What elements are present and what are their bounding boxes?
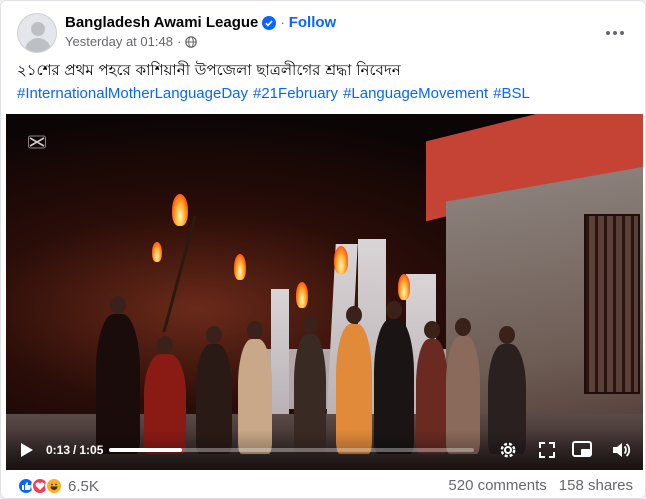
post-header: Bangladesh Awami League · Follow Yesterd… — [17, 13, 629, 53]
time-display: 0:13 / 1:05 — [46, 443, 103, 457]
torch-stick — [162, 215, 197, 333]
comments-count[interactable]: 520 comments — [448, 477, 546, 494]
hashtag-link[interactable]: #LanguageMovement — [343, 85, 488, 102]
progress-bar[interactable] — [109, 448, 474, 452]
avatar-body — [25, 38, 51, 52]
torch-flame — [334, 246, 348, 274]
capcut-watermark-icon — [28, 134, 46, 150]
avatar-head — [31, 22, 45, 36]
page-avatar[interactable] — [17, 13, 57, 53]
gear-icon[interactable] — [497, 440, 519, 460]
post-timestamp[interactable]: Yesterday at 01:48 — [65, 34, 173, 49]
separator-dot: · — [176, 34, 182, 49]
gate-pillar — [271, 289, 289, 419]
globe-icon — [185, 35, 198, 48]
torch-flame — [152, 242, 162, 262]
progress-fill — [109, 448, 182, 452]
hashtag-link[interactable]: #BSL — [493, 85, 530, 102]
reactions-summary[interactable]: 6.5K — [17, 477, 99, 495]
separator-dot: · — [280, 15, 285, 30]
haha-icon — [45, 477, 63, 495]
post-footer: 6.5K 520 comments 158 shares — [17, 477, 633, 497]
shares-count[interactable]: 158 shares — [559, 477, 633, 494]
window-grill — [584, 214, 640, 394]
volume-icon[interactable] — [610, 440, 632, 460]
post-card: Bangladesh Awami League · Follow Yesterd… — [0, 0, 646, 499]
reaction-count: 6.5K — [68, 477, 99, 495]
torch-flame — [296, 282, 308, 308]
more-options-icon[interactable] — [603, 21, 627, 45]
hashtag-link[interactable]: #InternationalMotherLanguageDay — [17, 85, 248, 102]
duration: 1:05 — [79, 443, 104, 457]
page-name-link[interactable]: Bangladesh Awami League — [65, 14, 258, 31]
hashtags: #InternationalMotherLanguageDay #21Febru… — [17, 85, 530, 102]
expand-icon[interactable] — [536, 440, 558, 460]
video-player[interactable]: 0:13 / 1:05 — [6, 114, 643, 470]
time-separator: / — [73, 443, 77, 457]
torch-flame — [172, 194, 188, 226]
play-icon[interactable] — [20, 442, 34, 458]
current-time: 0:13 — [46, 443, 71, 457]
picture-in-picture-icon[interactable] — [571, 440, 593, 460]
video-controls: 0:13 / 1:05 — [6, 430, 643, 470]
torch-flame — [398, 274, 410, 300]
torch-flame — [234, 254, 246, 280]
post-text: ২১শের প্রথম পহরে কাশিয়ানী উপজেলা ছাত্রল… — [17, 61, 401, 79]
name-row: Bangladesh Awami League · Follow — [65, 14, 336, 31]
post-meta: Yesterday at 01:48 · — [65, 34, 198, 49]
verified-badge-icon — [262, 15, 277, 30]
engagement-counts: 520 comments 158 shares — [448, 477, 633, 494]
hashtag-link[interactable]: #21February — [253, 85, 338, 102]
follow-button[interactable]: Follow — [289, 14, 337, 31]
